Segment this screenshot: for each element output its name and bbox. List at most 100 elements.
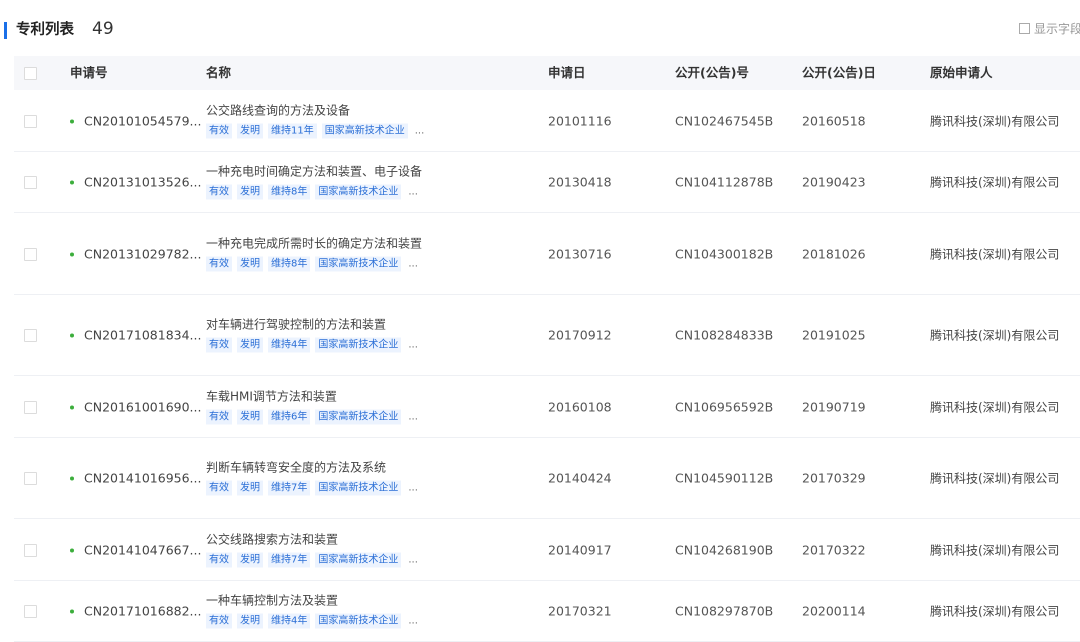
patent-name-link[interactable]: 判断车辆转弯安全度的方法及系统 <box>206 460 418 476</box>
application-number[interactable]: CN20101054579... <box>70 113 201 128</box>
application-number-text[interactable]: CN20161001690... <box>84 399 201 414</box>
application-number[interactable]: CN20171081834... <box>70 328 201 343</box>
more-tags-button[interactable]: ... <box>415 125 425 136</box>
show-fields-button[interactable]: 显示字段 <box>1019 21 1080 37</box>
status-tag: 维持7年 <box>268 480 311 496</box>
patent-name-link[interactable]: 一种车辆控制方法及装置 <box>206 593 418 609</box>
col-app-date[interactable]: 申请日 <box>548 56 586 90</box>
more-tags-button[interactable]: ... <box>408 187 418 198</box>
status-tag: 发明 <box>237 552 263 567</box>
publication-number[interactable]: CN104268190B <box>675 542 773 557</box>
status-tag: 维持8年 <box>268 184 311 200</box>
application-number-text[interactable]: CN20141016956... <box>84 471 201 486</box>
status-tag: 国家高新技术企业 <box>315 184 402 200</box>
patent-tags: 有效 发明 维持8年 国家高新技术企业... <box>206 183 422 201</box>
patent-name-link[interactable]: 对车辆进行驾驶控制的方法和装置 <box>206 317 418 333</box>
application-number-text[interactable]: CN20131013526... <box>84 175 201 190</box>
application-number-text[interactable]: CN20101054579... <box>84 113 201 128</box>
col-app-no[interactable]: 申请号 <box>70 56 108 90</box>
applicant-name[interactable]: 腾讯科技(深圳)有限公司 <box>930 541 1059 558</box>
more-tags-button[interactable]: ... <box>408 258 418 269</box>
applicant-name[interactable]: 腾讯科技(深圳)有限公司 <box>930 327 1059 344</box>
patent-tags: 有效 发明 维持4年 国家高新技术企业... <box>206 336 418 354</box>
patent-tags: 有效 发明 维持6年 国家高新技术企业... <box>206 407 418 425</box>
application-number-text[interactable]: CN20171081834... <box>84 328 201 343</box>
table-row[interactable]: CN20141016956... 判断车辆转弯安全度的方法及系统 有效 发明 维持7年国… <box>14 438 1080 519</box>
status-dot-icon <box>70 609 74 614</box>
more-tags-button[interactable]: ... <box>408 616 418 627</box>
publication-date: 20170329 <box>802 470 866 486</box>
row-checkbox[interactable] <box>24 400 37 414</box>
col-applicant[interactable]: 原始申请人 <box>930 56 993 90</box>
publication-number[interactable]: CN104112878B <box>675 175 773 190</box>
select-all-checkbox[interactable] <box>24 67 37 80</box>
status-tag: 国家高新技术企业 <box>315 552 402 567</box>
page-title: 专利列表 <box>16 22 74 38</box>
row-checkbox[interactable] <box>24 176 37 189</box>
patent-name-cell: 一种充电时间确定方法和装置、电子设备 有效 发明 维持8年 国家高新技术企业... <box>206 164 422 201</box>
table-row[interactable]: CN20141047667... 公交线路搜索方法和装置 有效 发明 维持7年 国家高新技… <box>14 519 1080 581</box>
applicant-name[interactable]: 腾讯科技(深圳)有限公司 <box>930 245 1059 262</box>
status-tag: 有效 <box>206 613 232 629</box>
application-date: 20140424 <box>548 470 612 486</box>
application-number-text[interactable]: CN20131029782... <box>84 246 201 261</box>
publication-number[interactable]: CN102467545B <box>675 113 773 128</box>
status-tag: 国家高新技术企业 <box>315 256 402 271</box>
application-number[interactable]: CN20141047667... <box>70 542 201 557</box>
table-row[interactable]: CN20171081834... 对车辆进行驾驶控制的方法和装置 有效 发明 维持4年国… <box>14 295 1080 376</box>
patent-tags: 有效 发明 维持7年 国家高新技术企业... <box>206 550 418 568</box>
application-number[interactable]: CN20131013526... <box>70 175 201 190</box>
application-number-text[interactable]: CN20171016882... <box>84 604 201 619</box>
more-tags-button[interactable]: ... <box>408 554 418 565</box>
row-checkbox[interactable] <box>24 247 37 261</box>
col-pub-no[interactable]: 公开(公告)号 <box>675 56 749 90</box>
row-checkbox[interactable] <box>24 543 37 557</box>
patent-name-link[interactable]: 一种充电时间确定方法和装置、电子设备 <box>206 164 422 180</box>
table-row[interactable]: CN20171016882... 一种车辆控制方法及装置 有效 发明 维持4年 国家高新技… <box>14 581 1080 642</box>
status-tag: 有效 <box>206 123 232 138</box>
table-row[interactable]: CN20131029782... 一种充电完成所需时长的确定方法和装置 有效 发明 维持… <box>14 213 1080 295</box>
table-row[interactable]: CN20161001690... 车载HMI调节方法和装置 有效 发明 维持6年 国家高新… <box>14 376 1080 438</box>
row-checkbox[interactable] <box>24 605 37 618</box>
publication-number[interactable]: CN108297870B <box>675 604 773 619</box>
status-tag: 维持6年 <box>268 409 311 424</box>
more-tags-button[interactable]: ... <box>408 411 418 422</box>
application-number[interactable]: CN20171016882... <box>70 604 201 619</box>
status-tag: 发明 <box>237 613 263 629</box>
row-checkbox[interactable] <box>24 114 37 128</box>
applicant-name[interactable]: 腾讯科技(深圳)有限公司 <box>930 470 1059 487</box>
publication-number[interactable]: CN108284833B <box>675 328 773 343</box>
col-pub-date[interactable]: 公开(公告)日 <box>802 56 876 90</box>
more-tags-button[interactable]: ... <box>408 340 418 351</box>
row-checkbox[interactable] <box>24 472 37 485</box>
patent-name-link[interactable]: 车载HMI调节方法和装置 <box>206 388 418 404</box>
publication-number[interactable]: CN104300182B <box>675 246 773 261</box>
patent-name-link[interactable]: 一种充电完成所需时长的确定方法和装置 <box>206 235 422 251</box>
show-fields-label: 显示字段 <box>1034 22 1080 36</box>
application-date: 20170321 <box>548 603 612 619</box>
more-tags-button[interactable]: ... <box>408 483 418 494</box>
applicant-name[interactable]: 腾讯科技(深圳)有限公司 <box>930 398 1059 415</box>
status-dot-icon <box>70 405 74 409</box>
table-row[interactable]: CN20131013526... 一种充电时间确定方法和装置、电子设备 有效 发明 维持… <box>14 152 1080 213</box>
status-dot-icon <box>70 548 74 552</box>
table-row[interactable]: CN20101054579... 公交路线查询的方法及设备 有效 发明 维持11年 国家高… <box>14 90 1080 152</box>
applicant-name[interactable]: 腾讯科技(深圳)有限公司 <box>930 174 1059 191</box>
publication-number[interactable]: CN106956592B <box>675 399 773 414</box>
patent-tags: 有效 发明 维持4年 国家高新技术企业... <box>206 612 418 630</box>
applicant-name[interactable]: 腾讯科技(深圳)有限公司 <box>930 112 1059 129</box>
application-number[interactable]: CN20141016956... <box>70 471 201 486</box>
status-dot-icon <box>70 476 74 481</box>
status-tag: 维持7年 <box>268 552 311 567</box>
col-name[interactable]: 名称 <box>206 56 231 90</box>
table-header: 申请号 名称 申请日 公开(公告)号 公开(公告)日 原始申请人 <box>14 56 1080 90</box>
patent-name-link[interactable]: 公交路线查询的方法及设备 <box>206 102 424 118</box>
publication-number[interactable]: CN104590112B <box>675 471 773 486</box>
patent-tags: 有效 发明 维持8年 国家高新技术企业... <box>206 254 422 272</box>
application-date: 20140917 <box>548 542 612 557</box>
application-number-text[interactable]: CN20141047667... <box>84 542 201 557</box>
application-number[interactable]: CN20131029782... <box>70 246 201 261</box>
patent-name-link[interactable]: 公交线路搜索方法和装置 <box>206 531 418 547</box>
application-number[interactable]: CN20161001690... <box>70 399 201 414</box>
row-checkbox[interactable] <box>24 329 37 342</box>
